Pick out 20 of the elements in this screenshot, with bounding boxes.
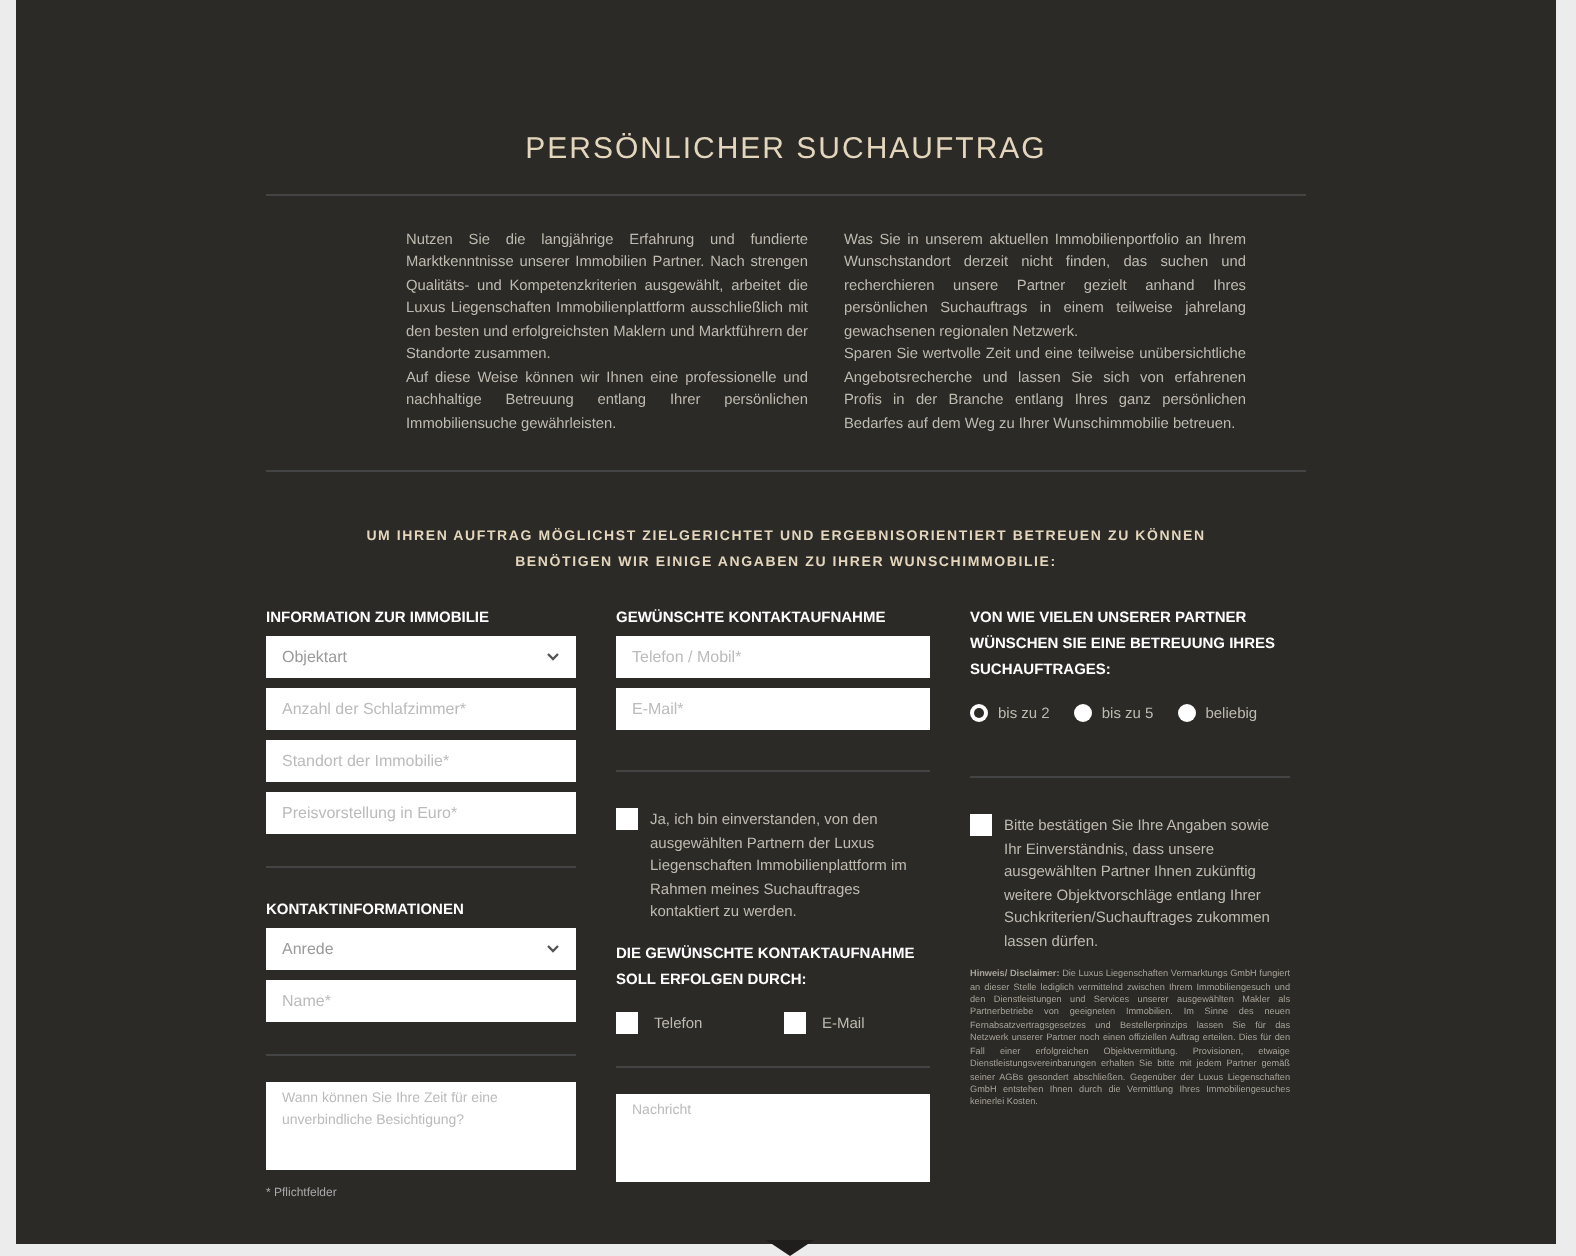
checkbox[interactable] <box>784 1011 806 1034</box>
select-field[interactable]: Objektart <box>266 636 576 678</box>
input-field[interactable]: E-Mail* <box>616 688 930 730</box>
input-field[interactable]: Standort der Immobilie* <box>266 740 576 782</box>
chevron-down-icon <box>546 652 560 662</box>
chevron-down-icon <box>546 944 560 954</box>
radio-button[interactable] <box>1073 704 1092 723</box>
select-field[interactable]: Anrede <box>266 928 576 970</box>
page-title: PERSÖNLICHER SUCHAUFTRAG <box>525 130 1047 170</box>
input-field[interactable]: Preisvorstellung in Euro* <box>266 792 576 834</box>
select-value: Objektart <box>282 645 347 669</box>
radio-button[interactable] <box>970 704 988 723</box>
checkbox[interactable] <box>616 808 638 830</box>
input-field[interactable]: Anzahl der Schlafzimmer* <box>266 688 576 730</box>
input-field[interactable]: Name* <box>266 980 576 1022</box>
radio-button[interactable] <box>1177 704 1196 723</box>
input-field[interactable]: Telefon / Mobil* <box>616 636 930 678</box>
checkbox[interactable] <box>970 814 992 837</box>
select-value: Anrede <box>282 937 334 961</box>
checkbox[interactable] <box>616 1011 638 1034</box>
